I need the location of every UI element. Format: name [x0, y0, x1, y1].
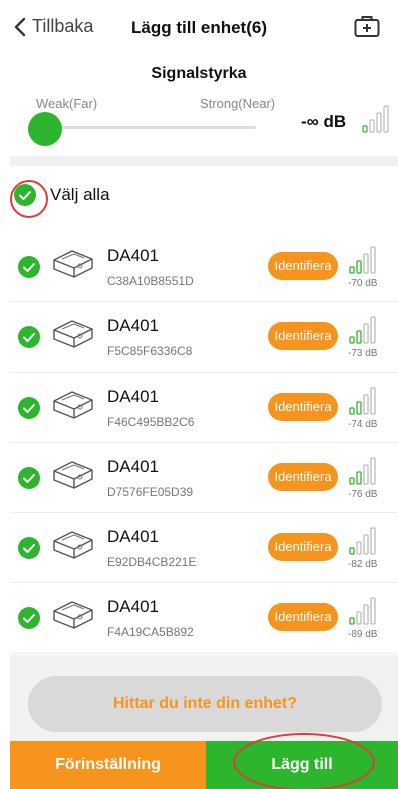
signal-bars-icon [349, 527, 376, 555]
device-row[interactable]: DA401 F4A19CA5B892 Identifiera -89 dB [10, 583, 398, 654]
device-row[interactable]: DA401 C38A10B8551D Identifiera -70 dB [10, 232, 398, 303]
signal-bars-icon [349, 386, 376, 415]
checkmark-circle-icon[interactable] [18, 256, 40, 278]
chevron-left-icon [14, 17, 26, 36]
checkmark-circle-icon[interactable] [18, 396, 40, 419]
device-rssi: -70 dB [348, 278, 378, 289]
cant-find-device-button[interactable]: Hittar du inte din enhet? [28, 676, 382, 732]
checkmark-circle-icon[interactable] [18, 466, 40, 489]
device-row[interactable]: DA401 E92DB4CB221E Identifiera -82 dB [10, 513, 398, 584]
device-list: DA401 C38A10B8551D Identifiera -70 dB DA… [10, 232, 398, 654]
signal-slider-track[interactable] [34, 126, 256, 129]
select-all-label: Välj alla [50, 185, 110, 204]
device-mac: F5C85F6336C8 [107, 344, 193, 359]
checkmark-circle-icon[interactable] [18, 607, 40, 630]
identify-button[interactable]: Identifiera [268, 322, 338, 351]
device-row[interactable]: DA401 D7576FE05D39 Identifiera -76 dB [10, 443, 398, 514]
device-rssi: -82 dB [348, 559, 378, 571]
select-all-row[interactable]: Välj alla [14, 184, 110, 206]
weak-label: Weak(Far) [36, 96, 98, 111]
device-rssi: -89 dB [348, 629, 378, 641]
signal-bars-icon [349, 246, 376, 274]
signal-slider-handle[interactable] [28, 112, 62, 146]
medical-kit-button[interactable] [354, 14, 380, 43]
signal-bars-icon [349, 316, 376, 344]
device-mac: D7576FE05D39 [107, 484, 194, 499]
device-rssi: -76 dB [348, 488, 378, 500]
device-mac: F46C495BB2C6 [107, 414, 195, 429]
device-rssi: -73 dB [348, 348, 378, 360]
device-icon [53, 390, 93, 419]
device-name: DA401 [107, 246, 159, 265]
signal-title: Signalstyrka [151, 65, 247, 82]
signal-bars-icon [349, 597, 376, 626]
device-icon [53, 320, 93, 348]
device-name: DA401 [107, 316, 159, 336]
device-mac: C38A10B8551D [107, 274, 194, 288]
medical-kit-icon [354, 16, 380, 37]
device-name: DA401 [107, 386, 159, 406]
identify-button[interactable]: Identifiera [268, 603, 338, 632]
signal-bars-icon [349, 457, 376, 485]
device-icon [53, 601, 93, 630]
back-label: Tillbaka [32, 16, 94, 36]
device-name: DA401 [107, 597, 159, 617]
back-button[interactable]: Tillbaka [14, 16, 93, 37]
device-rssi: -74 dB [348, 418, 378, 430]
header-bar: Tillbaka Lägg till enhet(6) [0, 0, 398, 56]
device-icon [53, 461, 93, 489]
identify-button[interactable]: Identifiera [268, 462, 338, 491]
checkmark-circle-icon[interactable] [18, 537, 40, 560]
add-button[interactable]: Lägg till [206, 741, 398, 789]
strong-label: Strong(Near) [200, 96, 276, 111]
identify-button[interactable]: Identifiera [268, 252, 338, 280]
preset-button[interactable]: Förinställning [10, 741, 206, 789]
device-mac: F4A19CA5B892 [107, 625, 194, 640]
checkmark-circle-icon[interactable] [14, 184, 36, 206]
device-name: DA401 [107, 456, 159, 476]
identify-button[interactable]: Identifiera [268, 392, 338, 421]
device-row[interactable]: DA401 F46C495BB2C6 Identifiera -74 dB [10, 373, 398, 443]
checkmark-circle-icon[interactable] [18, 326, 40, 349]
device-icon [53, 250, 93, 278]
device-row[interactable]: DA401 F5C85F6336C8 Identifiera -73 dB [10, 302, 398, 373]
signal-strength-section: Signalstyrka Weak(Far) Strong(Near) [0, 56, 398, 156]
device-icon [53, 531, 93, 559]
section-divider [10, 156, 398, 166]
device-name: DA401 [107, 527, 159, 547]
signal-bars-icon [362, 105, 389, 133]
identify-button[interactable]: Identifiera [268, 533, 338, 562]
device-mac: E92DB4CB221E [107, 555, 197, 570]
signal-threshold-value: -∞ dB [301, 112, 347, 131]
